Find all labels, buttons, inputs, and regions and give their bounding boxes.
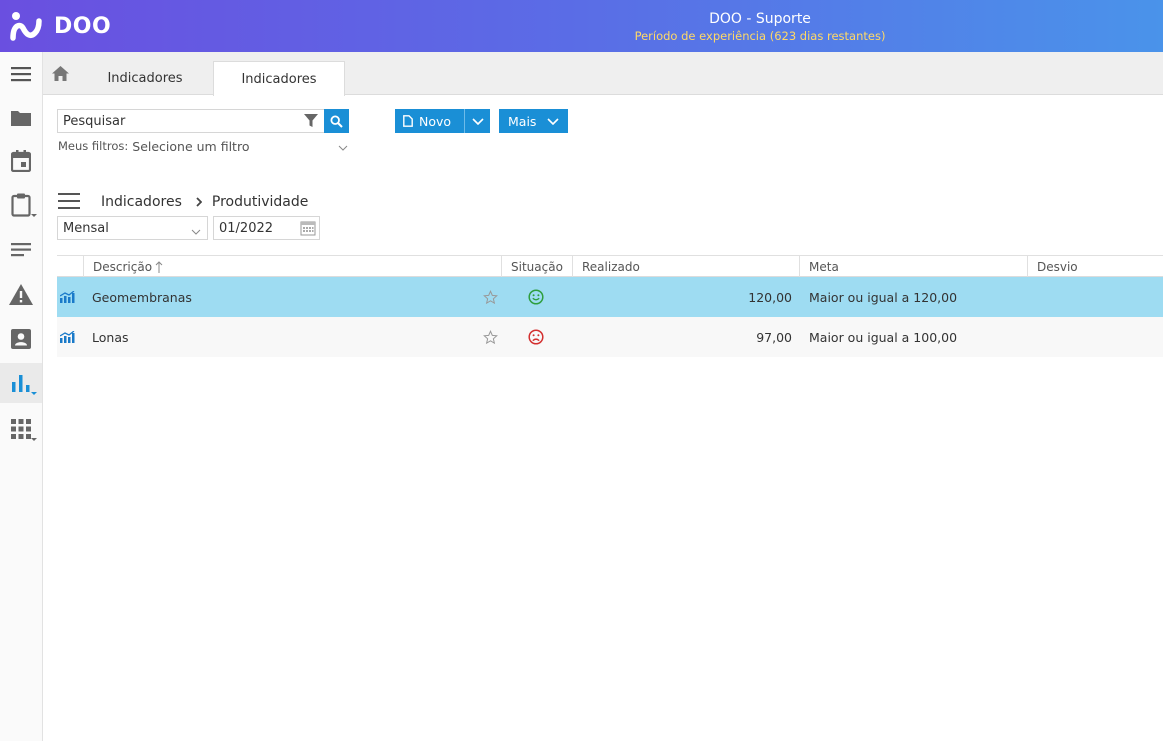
- tab-indicadores-active[interactable]: Indicadores: [213, 61, 345, 96]
- frequency-select[interactable]: Mensal: [57, 216, 208, 240]
- filters-label: Meus filtros:: [58, 139, 129, 153]
- breadcrumb-current: Produtividade: [211, 194, 309, 210]
- logo-icon: [10, 11, 44, 41]
- chevron-down-icon: [191, 224, 201, 239]
- chevron-right-icon: [196, 197, 202, 207]
- chevron-down-icon: [31, 392, 37, 395]
- sidebar-menu-button[interactable]: [0, 54, 42, 94]
- home-icon: [51, 66, 69, 81]
- row-realized: 120,00: [748, 289, 792, 305]
- row-realized: 97,00: [756, 329, 792, 345]
- sidebar-item-folders[interactable]: [0, 98, 42, 138]
- logo[interactable]: DOO: [10, 11, 111, 41]
- row-deviation: [1037, 277, 1157, 317]
- calendar-icon: [11, 150, 31, 172]
- tab-home[interactable]: [43, 52, 77, 95]
- indicator-chart-icon[interactable]: [60, 277, 80, 317]
- warning-icon: [9, 283, 33, 305]
- more-button-label: Mais: [508, 113, 537, 129]
- frequency-value: Mensal: [63, 221, 109, 236]
- folder-icon: [11, 111, 31, 126]
- star-icon[interactable]: [483, 317, 499, 357]
- chevron-down-icon: [31, 438, 37, 441]
- filter-icon[interactable]: [304, 114, 318, 132]
- header-realizado[interactable]: Realizado: [572, 256, 799, 277]
- status-happy-icon: [528, 277, 546, 317]
- sidebar-item-alerts[interactable]: [0, 274, 42, 314]
- logo-text: DOO: [54, 13, 112, 39]
- clipboard-icon: [11, 193, 31, 217]
- new-dropdown-button[interactable]: [464, 109, 490, 133]
- chevron-down-icon: [31, 214, 37, 217]
- row-deviation: [1037, 317, 1157, 357]
- tab-indicadores[interactable]: Indicadores: [79, 61, 211, 95]
- contact-card-icon: [11, 329, 31, 349]
- row-description: Geomembranas: [92, 289, 192, 305]
- app-title: DOO - Suporte: [709, 11, 811, 27]
- table-header: Descrição Situação Realizado Meta Desvio: [57, 255, 1163, 277]
- row-target: Maior ou igual a 120,00: [809, 289, 958, 305]
- trial-notice[interactable]: Período de experiência (623 dias restant…: [560, 28, 960, 44]
- table-row[interactable]: Geomembranas 120,00 Maior ou igual a 120…: [57, 277, 1163, 317]
- breadcrumb-root[interactable]: Indicadores: [101, 194, 182, 210]
- search-box: [57, 109, 325, 133]
- tab-bar: Indicadores Indicadores: [43, 52, 1163, 96]
- chevron-down-icon: [471, 117, 484, 125]
- document-icon: [403, 115, 413, 127]
- sidebar-item-indicators[interactable]: [0, 363, 42, 403]
- filters-select[interactable]: Selecione um filtro: [132, 139, 249, 154]
- new-button[interactable]: Novo: [395, 109, 490, 133]
- saved-filters[interactable]: Meus filtros: Selecione um filtro: [58, 138, 350, 154]
- sidebar-item-apps[interactable]: [0, 409, 42, 449]
- chevron-down-icon: [547, 118, 559, 125]
- header-descricao[interactable]: Descrição: [83, 256, 501, 277]
- breadcrumb: Indicadores Produtividade: [101, 193, 308, 211]
- period-date-value: 01/2022: [219, 221, 274, 236]
- indicator-chart-icon[interactable]: [60, 317, 80, 357]
- header-situacao[interactable]: Situação: [501, 256, 572, 277]
- sidebar-item-list[interactable]: [0, 230, 42, 270]
- hamburger-icon: [58, 193, 80, 209]
- star-icon[interactable]: [483, 277, 499, 317]
- period-date-field[interactable]: 01/2022: [213, 216, 320, 240]
- sidebar-item-contacts[interactable]: [0, 319, 42, 359]
- panel-menu-button[interactable]: [58, 193, 80, 213]
- lines-icon: [11, 243, 31, 257]
- new-button-label: Novo: [419, 113, 452, 129]
- table-row[interactable]: Lonas 97,00 Maior ou igual a 100,00: [57, 317, 1163, 357]
- app-header: DOO DOO - Suporte Período de experiência…: [0, 0, 1163, 52]
- bar-chart-icon: [12, 375, 30, 392]
- grid-icon: [11, 419, 31, 439]
- chevron-down-icon[interactable]: [338, 140, 348, 155]
- search-icon: [330, 114, 343, 128]
- row-target: Maior ou igual a 100,00: [809, 329, 958, 345]
- header-desvio[interactable]: Desvio: [1027, 256, 1163, 277]
- hamburger-icon: [11, 67, 31, 82]
- header-meta[interactable]: Meta: [799, 256, 1027, 277]
- search-input[interactable]: [58, 110, 298, 132]
- header-icon-column: [57, 256, 83, 277]
- row-description: Lonas: [92, 329, 129, 345]
- status-sad-icon: [528, 317, 546, 357]
- more-button[interactable]: Mais: [499, 109, 568, 133]
- sort-ascending-icon: [155, 260, 163, 273]
- indicators-table: Descrição Situação Realizado Meta Desvio…: [57, 255, 1163, 357]
- calendar-icon[interactable]: [300, 220, 316, 240]
- sidebar-item-tasks[interactable]: [0, 185, 42, 225]
- sidebar-item-calendar[interactable]: [0, 141, 42, 181]
- sidebar: [0, 52, 43, 741]
- search-button[interactable]: [324, 109, 349, 133]
